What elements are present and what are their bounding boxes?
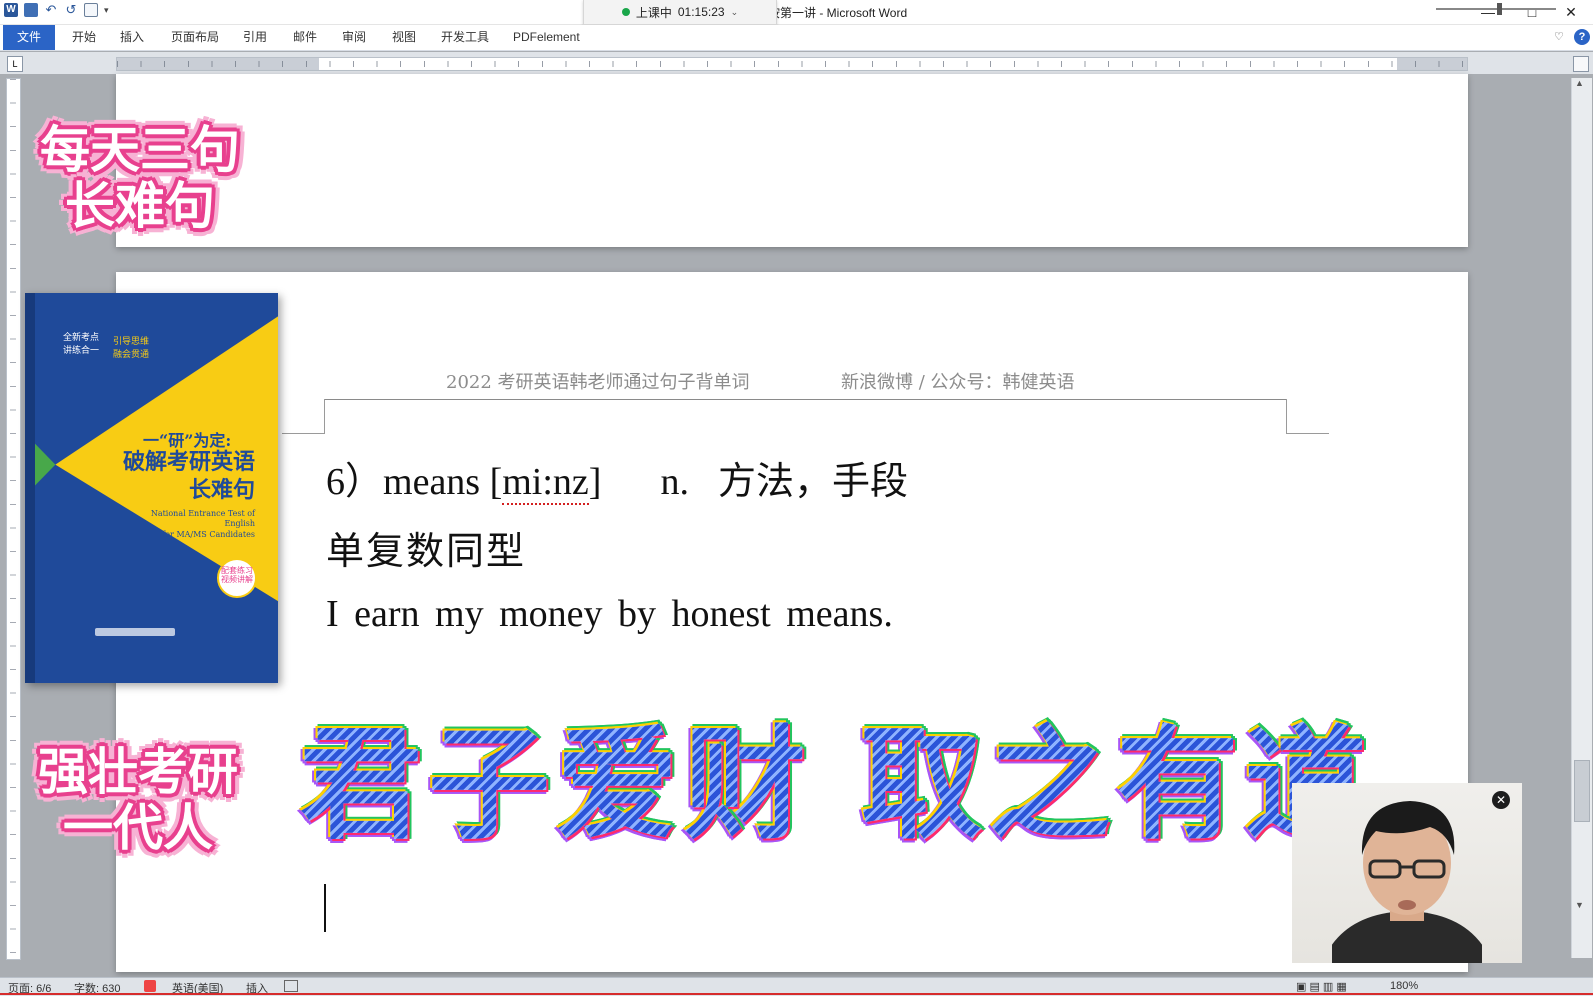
crop-mark-right (1286, 399, 1329, 434)
undo-icon[interactable]: ↶ (44, 3, 58, 17)
slogan-caption: 君子爱财 取之有道 (300, 686, 1372, 863)
header-divider (324, 399, 1286, 400)
tab-page-layout[interactable]: 页面布局 (171, 25, 219, 50)
book-english-line1: National Entrance Test of English (150, 509, 255, 529)
page-header: 2022 考研英语韩老师通过句子背单词 新浪微博 / 公众号：韩健英语 (446, 368, 1075, 394)
book-english-line2: for MA/MS Candidates (162, 529, 255, 539)
ribbon-expand-icon[interactable]: ♡ (1554, 30, 1564, 43)
tab-pdfelement[interactable]: PDFelement (513, 25, 580, 50)
example-sentence[interactable]: I earn my money by honest means. (326, 592, 893, 636)
window-title: 按第一讲 - Microsoft Word (768, 6, 908, 20)
tab-home[interactable]: 开始 (72, 25, 96, 50)
crop-mark-left (282, 399, 325, 434)
book-title: 破解考研英语 长难句 (105, 448, 255, 503)
book-spine (25, 293, 35, 683)
tab-file[interactable]: 文件 (3, 25, 55, 50)
webcam-window[interactable]: ✕ (1292, 783, 1522, 963)
usage-note[interactable]: 单复数同型 (326, 520, 526, 575)
publisher-logo (95, 628, 175, 636)
entry-number: 6） (326, 461, 384, 503)
entry-word: means (383, 461, 481, 503)
minimize-button[interactable]: — (1466, 0, 1510, 24)
sticker-bottom-line2: 一代人 (63, 799, 213, 857)
quick-access-toolbar: W ↶ ↺ ▾ (4, 3, 109, 17)
book-badge: 配套练习 视频讲解 (217, 558, 257, 598)
header-right-text: 新浪微博 / 公众号：韩健英语 (841, 372, 1075, 393)
tab-view[interactable]: 视图 (392, 25, 416, 50)
class-timer-widget[interactable]: 上课中 01:15:23 ⌄ (583, 0, 777, 25)
previous-page[interactable] (116, 74, 1468, 247)
tab-developer[interactable]: 开发工具 (441, 25, 489, 50)
vertical-scrollbar[interactable] (1571, 78, 1592, 958)
proofing-icon[interactable] (144, 980, 156, 992)
live-status-dot-icon (621, 8, 630, 16)
presenter-video (1332, 801, 1482, 963)
header-left-text: 2022 考研英语韩老师通过句子背单词 (446, 372, 750, 393)
customize-toolbar-dropdown[interactable]: ▾ (104, 5, 109, 16)
help-icon[interactable]: ? (1574, 29, 1590, 45)
tab-review[interactable]: 审阅 (342, 25, 366, 50)
vocab-entry-line[interactable]: 6）means [mi:nz] n. 方法，手段 (326, 450, 908, 505)
class-status-label: 上课中 (635, 5, 672, 20)
maximize-button[interactable]: □ (1510, 0, 1554, 24)
zoom-slider[interactable] (1436, 8, 1556, 10)
tab-insert[interactable]: 插入 (120, 25, 144, 50)
sticker-top-line1: 每天三句 (40, 121, 240, 179)
phonetic-open: [ (489, 461, 503, 503)
macro-record-icon[interactable] (284, 980, 298, 992)
title-bar: W ↶ ↺ ▾ 按第一讲 - Microsoft Word — □ ✕ (0, 0, 1593, 25)
book-cover: 全新考点 讲练合一 引导思维 融会贯通 一“研”为定: 破解考研英语 长难句 N… (25, 293, 278, 683)
print-preview-icon[interactable] (84, 3, 98, 17)
book-title-line1: 破解考研英语 (122, 449, 255, 474)
zoom-slider-knob[interactable] (1497, 3, 1502, 15)
scroll-up-arrow-icon[interactable]: ▲ (1575, 78, 1584, 88)
tab-references[interactable]: 引用 (243, 25, 267, 50)
scrollbar-thumb[interactable] (1574, 760, 1590, 822)
entry-phonetic: mi:nz (502, 461, 589, 505)
tab-stop-selector[interactable]: L (7, 56, 23, 72)
zoom-level[interactable]: 180% (1390, 980, 1418, 992)
entry-part-of-speech: n. (660, 461, 689, 503)
tab-mailings[interactable]: 邮件 (293, 25, 317, 50)
sticker-bottom-line1: 强壮考研 (38, 743, 238, 801)
word-app-icon[interactable]: W (4, 3, 18, 17)
book-tagline-left: 全新考点 讲练合一 (63, 332, 100, 355)
sticker-top-line2: 长难句 (65, 177, 215, 235)
ribbon-tab-bar: 文件 开始 插入 页面布局 引用 邮件 审阅 视图 开发工具 PDFelemen… (0, 25, 1593, 51)
chevron-down-icon[interactable]: ⌄ (731, 7, 739, 18)
class-elapsed-time: 01:15:23 (677, 5, 725, 19)
ruler-ticks (117, 61, 1467, 67)
view-ruler-icon[interactable] (1573, 56, 1589, 72)
text-cursor (324, 884, 326, 932)
redo-icon[interactable]: ↺ (64, 3, 78, 17)
save-icon[interactable] (24, 3, 38, 17)
entry-meaning: 方法，手段 (717, 459, 908, 503)
scroll-down-arrow-icon[interactable]: ▼ (1575, 900, 1584, 910)
webcam-close-icon[interactable]: ✕ (1492, 791, 1510, 809)
book-title-line2: 长难句 (188, 476, 255, 502)
book-tagline-right: 引导思维 融会贯通 (113, 336, 150, 359)
horizontal-ruler[interactable] (116, 57, 1468, 71)
phonetic-close: ] (588, 461, 602, 503)
close-button[interactable]: ✕ (1549, 0, 1593, 24)
view-buttons[interactable]: ▣ ▤ ▥ ▦ (1296, 980, 1347, 993)
sticker-top: 每天三句 长难句 (20, 122, 260, 234)
sticker-bottom: 强壮考研 一代人 (12, 744, 264, 856)
book-english-subtitle: National Entrance Test of English for MA… (125, 509, 255, 540)
